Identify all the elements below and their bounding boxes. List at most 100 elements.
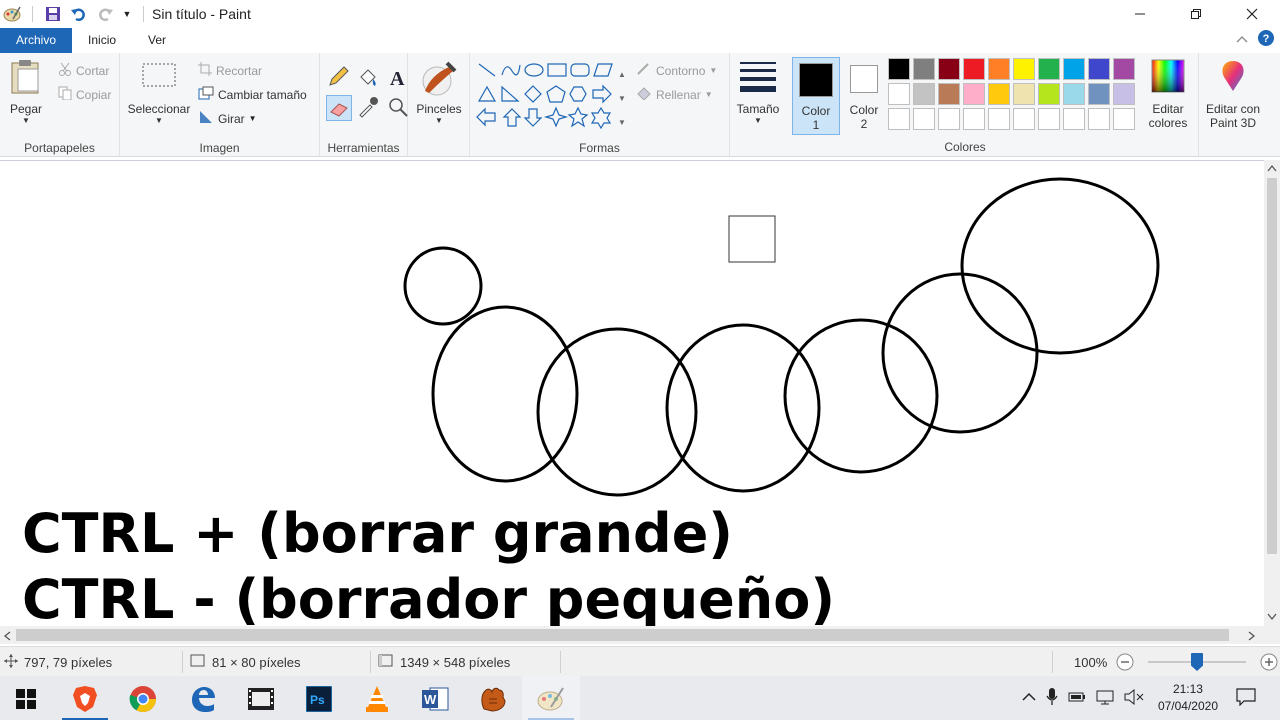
scroll-right-arrow-icon[interactable] [1248,630,1256,644]
vertical-scroll-thumb[interactable] [1267,178,1277,554]
baseball-glove-icon[interactable] [476,682,510,716]
scroll-left-arrow-icon[interactable] [3,630,11,644]
close-button[interactable] [1224,0,1280,28]
palette-swatch[interactable] [1113,58,1135,80]
windows-start-icon[interactable] [9,682,43,716]
fill-bucket-icon[interactable] [356,65,382,91]
palette-swatch[interactable] [988,58,1010,80]
rotate-button[interactable]: Girar ▼ [198,110,257,127]
shapes-scroll[interactable]: ▲ ▼ ▼ [616,63,628,135]
palette-swatch[interactable] [1088,83,1110,105]
expand-gallery-icon[interactable]: ▼ [616,111,628,135]
color2-button[interactable]: Color 2 [842,57,886,135]
color-picker-icon[interactable] [356,95,382,121]
horizontal-scrollbar[interactable] [0,626,1264,644]
paint-app-icon[interactable] [2,4,22,24]
paste-button[interactable]: Pegar ▼ [6,59,46,125]
eraser-icon[interactable] [326,95,352,121]
palette-swatch[interactable] [1113,83,1135,105]
palette-swatch[interactable] [988,83,1010,105]
vlc-icon[interactable] [360,682,394,716]
collapse-ribbon-icon[interactable] [1236,33,1248,47]
film-editor-icon[interactable] [244,682,278,716]
cursor-position-text: 797, 79 píxeles [24,654,113,670]
customize-qa-icon[interactable]: ▼ [121,4,133,24]
word-icon[interactable]: W [418,682,452,716]
palette-swatch[interactable] [963,108,985,130]
palette-swatch[interactable] [1013,58,1035,80]
zoom-in-button[interactable] [1260,647,1278,677]
photoshop-icon[interactable]: Ps [302,682,336,716]
tab-archivo[interactable]: Archivo [0,28,73,53]
palette-swatch[interactable] [1063,83,1085,105]
battery-icon[interactable] [1068,691,1086,706]
horizontal-scroll-thumb[interactable] [16,629,1229,641]
zoom-slider-thumb[interactable] [1191,653,1203,671]
volume-muted-icon[interactable] [1124,688,1144,708]
help-icon[interactable]: ? [1258,30,1274,49]
zoom-slider[interactable] [1148,653,1246,671]
resize-button[interactable]: Cambiar tamaño [198,86,307,103]
palette-swatch[interactable] [1063,108,1085,130]
color1-button[interactable]: Color 1 [792,57,840,135]
copy-button[interactable]: Copiar [58,86,111,103]
edit-paint3d-button[interactable]: Editar con Paint 3D [1200,59,1266,130]
brushes-button[interactable]: Pinceles ▼ [412,59,466,125]
palette-swatch[interactable] [1113,108,1135,130]
tab-ver[interactable]: Ver [132,28,182,53]
save-icon[interactable] [43,4,63,24]
palette-swatch[interactable] [913,58,935,80]
palette-swatch[interactable] [938,83,960,105]
palette-swatch[interactable] [1013,83,1035,105]
palette-swatch[interactable] [938,58,960,80]
restore-button[interactable] [1168,0,1224,28]
palette-swatch[interactable] [1038,58,1060,80]
palette-swatch[interactable] [938,108,960,130]
scroll-down-arrow-icon[interactable] [1267,610,1277,624]
brave-browser-icon[interactable] [68,682,102,716]
palette-swatch[interactable] [963,58,985,80]
crop-button[interactable]: Recortar [198,62,262,79]
show-hidden-icons-icon[interactable] [1022,691,1036,705]
outline-button[interactable]: Contorno ▼ [636,62,717,79]
microphone-icon[interactable] [1046,687,1058,709]
palette-swatch[interactable] [1038,108,1060,130]
chevron-down-icon: ▼ [754,116,762,125]
palette-swatch[interactable] [1063,58,1085,80]
notifications-icon[interactable] [1236,687,1256,709]
redo-icon[interactable] [95,4,115,24]
palette-swatch[interactable] [963,83,985,105]
scroll-up-arrow-icon[interactable] [1267,164,1277,174]
clock[interactable]: 21:13 07/04/2020 [1158,681,1218,715]
tab-inicio[interactable]: Inicio [72,28,132,53]
palette-swatch[interactable] [888,83,910,105]
scroll-corner [1264,626,1280,644]
palette-swatch[interactable] [913,108,935,130]
network-icon[interactable] [1096,689,1114,708]
circle-shape-1 [431,305,579,483]
vertical-scrollbar[interactable] [1264,160,1280,626]
cut-button[interactable]: Cortar [58,62,109,79]
chrome-icon[interactable] [126,682,160,716]
palette-swatch[interactable] [1088,58,1110,80]
palette-swatch[interactable] [888,108,910,130]
drawing-canvas[interactable]: CTRL + (borrar grande) CTRL - (borrador … [0,160,1264,627]
minimize-button[interactable] [1112,0,1168,28]
palette-swatch[interactable] [888,58,910,80]
fill-button[interactable]: Rellenar ▼ [636,86,713,103]
palette-swatch[interactable] [1013,108,1035,130]
scroll-up-icon[interactable]: ▲ [616,63,628,87]
palette-swatch[interactable] [913,83,935,105]
paint3d-label: Editar con [1205,102,1261,116]
palette-swatch[interactable] [988,108,1010,130]
edit-colors-button[interactable]: Editar colores [1140,59,1196,130]
edge-icon[interactable] [186,682,220,716]
undo-icon[interactable] [69,4,89,24]
scroll-down-icon[interactable]: ▼ [616,87,628,111]
zoom-out-button[interactable] [1116,647,1134,677]
pencil-icon[interactable] [326,65,352,91]
size-button[interactable]: Tamaño ▼ [730,59,786,125]
palette-swatch[interactable] [1038,83,1060,105]
palette-swatch[interactable] [1088,108,1110,130]
select-button[interactable]: Seleccionar ▼ [126,59,192,125]
